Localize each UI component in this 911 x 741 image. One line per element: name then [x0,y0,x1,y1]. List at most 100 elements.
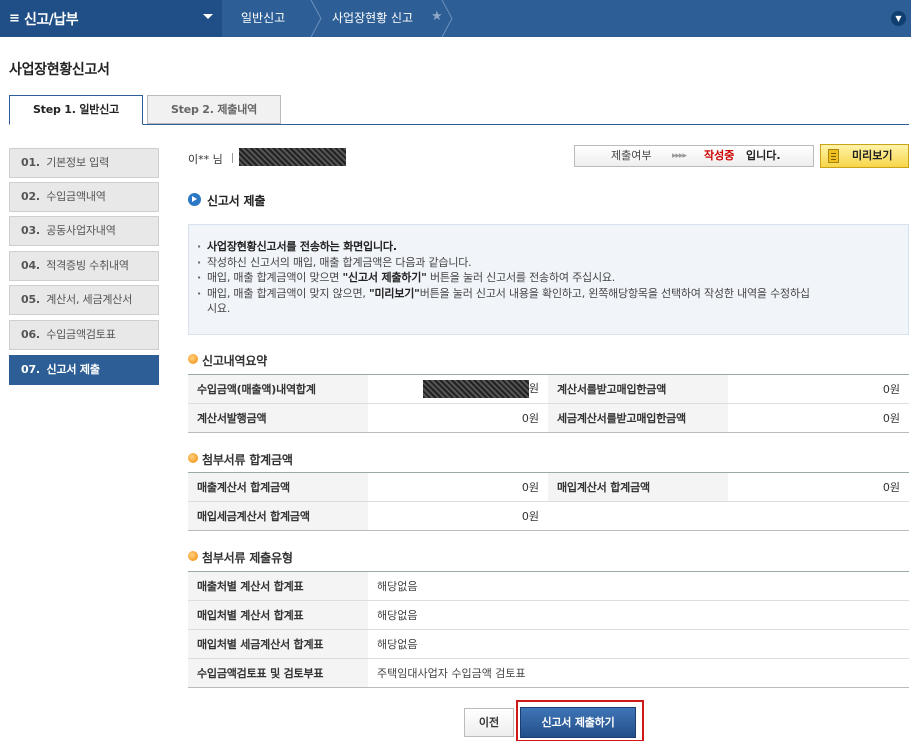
table-row: 매입처별 세금계산서 합계표 해당없음 [188,629,909,659]
top-navigation-bar: ≡ 신고/납부 일반신고 사업장현황 신고 ★ ▼ [0,0,911,37]
table-cell: 0원 [368,403,548,433]
hamburger-icon: ≡ [9,11,20,26]
table-header-cell: 매입계산서 합계금액 [548,472,728,502]
breadcrumb-item[interactable]: 일반신고 [241,0,285,37]
sidebar-item-label: 수입금액내역 [46,190,106,203]
section-title: 신고서 제출 [188,192,265,209]
table-cell: 0원 [728,403,909,433]
sidebar-item-basic-info[interactable]: 01. 기본정보 입력 [9,148,159,178]
table-cell-empty [548,501,909,531]
status-value: 작성중 [704,149,735,162]
sidebar-item-revenue[interactable]: 02. 수입금액내역 [9,182,159,212]
table-cell: 0원 [368,472,548,502]
notice-line-continued: 시요. [207,302,231,315]
table-header-cell: 매출계산서 합계금액 [188,472,368,502]
table-header-cell: 매출처별 계산서 합계표 [188,571,368,601]
sidebar-item-revenue-review[interactable]: 06. 수입금액검토표 [9,320,159,350]
sidebar-item-label: 적격증빙 수취내역 [46,259,129,272]
sidebar-item-evidence[interactable]: 04. 적격증빙 수취내역 [9,251,159,281]
sidebar-item-label: 공동사업자내역 [46,224,116,237]
table-cell: 주택임대사업자 수입금액 검토표 [368,658,909,688]
notice-line: 사업장현황신고서를 전송하는 화면입니다. [197,240,397,254]
table-row: 매출처별 계산서 합계표 해당없음 [188,571,909,601]
preview-button-label: 미리보기 [852,149,893,162]
summary-heading: 신고내역요약 [188,352,267,369]
table-cell: 0원 [728,374,909,404]
sidebar-item-number: 02. [21,190,40,203]
sidebar-item-number: 01. [21,156,40,169]
bullet-icon [188,453,198,463]
breadcrumb-item[interactable]: 사업장현황 신고 [332,0,413,37]
masked-value [422,380,529,398]
attach-types-table: 매출처별 계산서 합계표 해당없음 매입처별 계산서 합계표 해당없음 매입처별… [188,571,909,688]
arrow-circle-icon [188,193,201,206]
sidebar-item-number: 05. [21,293,40,306]
table-header-cell: 매입세금계산서 합계금액 [188,501,368,531]
dropdown-arrow-icon [203,14,213,19]
sidebar-item-label: 신고서 제출 [46,363,100,376]
section-title-text: 신고서 제출 [207,194,266,208]
table-cell: 원 [368,374,548,404]
breadcrumb-separator-icon [310,0,322,37]
notice-line: 작성하신 신고서의 매입, 매출 합계금액은 다음과 같습니다. [197,256,472,270]
table-cell: 해당없음 [368,600,909,630]
sidebar-item-invoices[interactable]: 05. 계산서, 세금계산서 [9,285,159,315]
summary-heading-text: 신고내역요약 [202,354,268,368]
table-row: 매입처별 계산서 합계표 해당없음 [188,600,909,630]
status-suffix: 입니다. [746,149,781,162]
chevron-down-icon[interactable]: ▼ [891,11,906,26]
submit-return-button[interactable]: 신고서 제출하기 [520,707,636,738]
prev-button[interactable]: 이전 [464,708,514,737]
table-header-cell: 계산서를받고매입한금액 [548,374,728,404]
user-name: 이** 님 [188,153,223,166]
sidebar-item-label: 기본정보 입력 [46,156,110,169]
tab-step1[interactable]: Step 1. 일반신고 [9,95,143,125]
page-title: 사업장현황신고서 [9,62,110,78]
sidebar-item-number: 06. [21,328,40,341]
table-row: 수입금액검토표 및 검토부표 주택임대사업자 수입금액 검토표 [188,658,909,688]
table-cell: 0원 [368,501,548,531]
preview-button[interactable]: 미리보기 [820,144,909,168]
attach-totals-heading-text: 첨부서류 합계금액 [202,453,293,467]
submission-status-box: 제출여부 ▸▸▸▸ 작성중 입니다. [574,145,814,167]
notice-line: 매입, 매출 합계금액이 맞으면 "신고서 제출하기" 버튼을 눌러 신고서를 … [197,271,615,285]
divider [232,153,233,163]
table-row: 매출계산서 합계금액 0원 매입계산서 합계금액 0원 [188,472,909,502]
attach-totals-table: 매출계산서 합계금액 0원 매입계산서 합계금액 0원 매입세금계산서 합계금액… [188,472,909,531]
attach-types-heading: 첨부서류 제출유형 [188,549,293,566]
table-header-cell: 매입처별 계산서 합계표 [188,600,368,630]
table-header-cell: 매입처별 세금계산서 합계표 [188,629,368,659]
sidebar-item-partners[interactable]: 03. 공동사업자내역 [9,216,159,246]
sidebar-item-submit[interactable]: 07. 신고서 제출 [9,355,159,385]
notice-line: 매입, 매출 합계금액이 맞지 않으면, "미리보기"버튼을 눌러 신고서 내용… [197,287,810,301]
table-header-cell: 수입금액(매출액)내역합계 [188,374,368,404]
attach-totals-heading: 첨부서류 합계금액 [188,451,293,468]
attach-types-heading-text: 첨부서류 제출유형 [202,551,293,565]
notice-box: 사업장현황신고서를 전송하는 화면입니다. 작성하신 신고서의 매입, 매출 합… [188,224,909,335]
sidebar-item-label: 계산서, 세금계산서 [46,293,133,306]
document-icon [828,149,839,163]
tabs-divider [9,124,909,125]
table-header-cell: 수입금액검토표 및 검토부표 [188,658,368,688]
tab-step2[interactable]: Step 2. 제출내역 [147,95,281,124]
status-label: 제출여부 [611,149,652,162]
table-header-cell: 세금계산서를받고매입한금액 [548,403,728,433]
sidebar-item-number: 07. [21,363,40,376]
sidebar-item-label: 수입금액검토표 [46,328,116,341]
table-cell: 해당없음 [368,629,909,659]
table-row: 계산서발행금액 0원 세금계산서를받고매입한금액 0원 [188,403,909,433]
sidebar-item-number: 03. [21,224,40,237]
table-cell: 해당없음 [368,571,909,601]
sidebar-item-number: 04. [21,259,40,272]
summary-table: 수입금액(매출액)내역합계 원 계산서를받고매입한금액 0원 계산서발행금액 0… [188,374,909,433]
table-cell: 0원 [728,472,909,502]
menu-title: 신고/납부 [24,12,79,28]
table-row: 매입세금계산서 합계금액 0원 [188,501,909,531]
bullet-icon [188,354,198,364]
table-row: 수입금액(매출액)내역합계 원 계산서를받고매입한금액 0원 [188,374,909,404]
arrow-icon: ▸▸▸▸ [672,151,687,161]
table-header-cell: 계산서발행금액 [188,403,368,433]
menu-dropdown[interactable]: ≡ 신고/납부 [0,0,222,37]
masked-business-number [239,148,346,166]
bullet-icon [188,551,198,561]
